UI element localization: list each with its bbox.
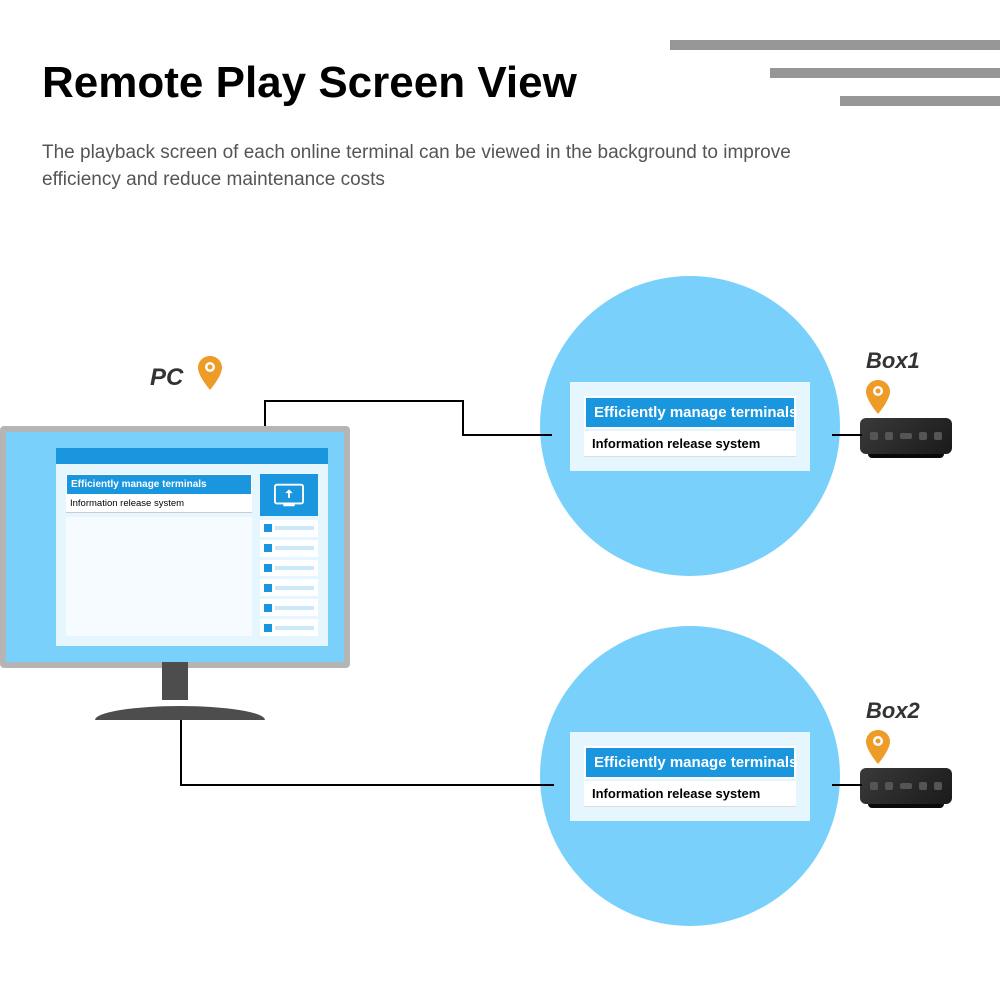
content-sidebar xyxy=(260,474,318,636)
box2-label: Box2 xyxy=(866,698,920,724)
page-title: Remote Play Screen View xyxy=(42,58,577,108)
card-banner: Efficiently manage terminals xyxy=(584,746,796,779)
box1-label: Box1 xyxy=(866,348,920,374)
stripe xyxy=(670,40,1000,50)
window-content: Efficiently manage terminals Information… xyxy=(56,464,328,646)
pc-monitor: Efficiently manage terminals Information… xyxy=(0,426,350,668)
location-pin-icon xyxy=(198,356,222,390)
window-titlebar xyxy=(56,448,328,464)
screen-share-icon xyxy=(260,474,318,516)
terminal-card: Efficiently manage terminals Information… xyxy=(570,732,810,821)
sidebar-row xyxy=(260,540,318,557)
content-banner: Efficiently manage terminals xyxy=(66,474,252,495)
card-sub: Information release system xyxy=(584,431,796,457)
page-subtitle: The playback screen of each online termi… xyxy=(42,140,802,193)
connector-line xyxy=(180,784,554,786)
connector-line xyxy=(462,400,464,436)
connector-line xyxy=(832,784,862,786)
content-filler xyxy=(66,517,252,636)
card-sub: Information release system xyxy=(584,781,796,807)
connector-line xyxy=(832,434,862,436)
content-sub: Information release system xyxy=(66,495,252,513)
sidebar-row xyxy=(260,520,318,537)
sidebar-row xyxy=(260,599,318,616)
connector-line xyxy=(462,434,552,436)
stripe xyxy=(840,96,1000,106)
card-banner: Efficiently manage terminals xyxy=(584,396,796,429)
terminal-circle-1: Efficiently manage terminals Information… xyxy=(540,276,840,576)
connector-line xyxy=(264,400,266,426)
media-box-2 xyxy=(860,768,952,804)
stripe xyxy=(770,68,1000,78)
monitor-base xyxy=(95,706,265,720)
sidebar-row xyxy=(260,560,318,577)
header-stripes xyxy=(670,40,1000,106)
sidebar-row xyxy=(260,579,318,596)
media-box-1 xyxy=(860,418,952,454)
location-pin-icon xyxy=(866,730,890,764)
location-pin-icon xyxy=(866,380,890,414)
monitor-window: Efficiently manage terminals Information… xyxy=(56,448,328,646)
content-main: Efficiently manage terminals Information… xyxy=(66,474,252,636)
sidebar-rows xyxy=(260,520,318,636)
terminal-card: Efficiently manage terminals Information… xyxy=(570,382,810,471)
pc-label: PC xyxy=(150,364,183,392)
sidebar-row xyxy=(260,619,318,636)
terminal-circle-2: Efficiently manage terminals Information… xyxy=(540,626,840,926)
connector-line xyxy=(264,400,464,402)
connector-line xyxy=(180,720,182,784)
